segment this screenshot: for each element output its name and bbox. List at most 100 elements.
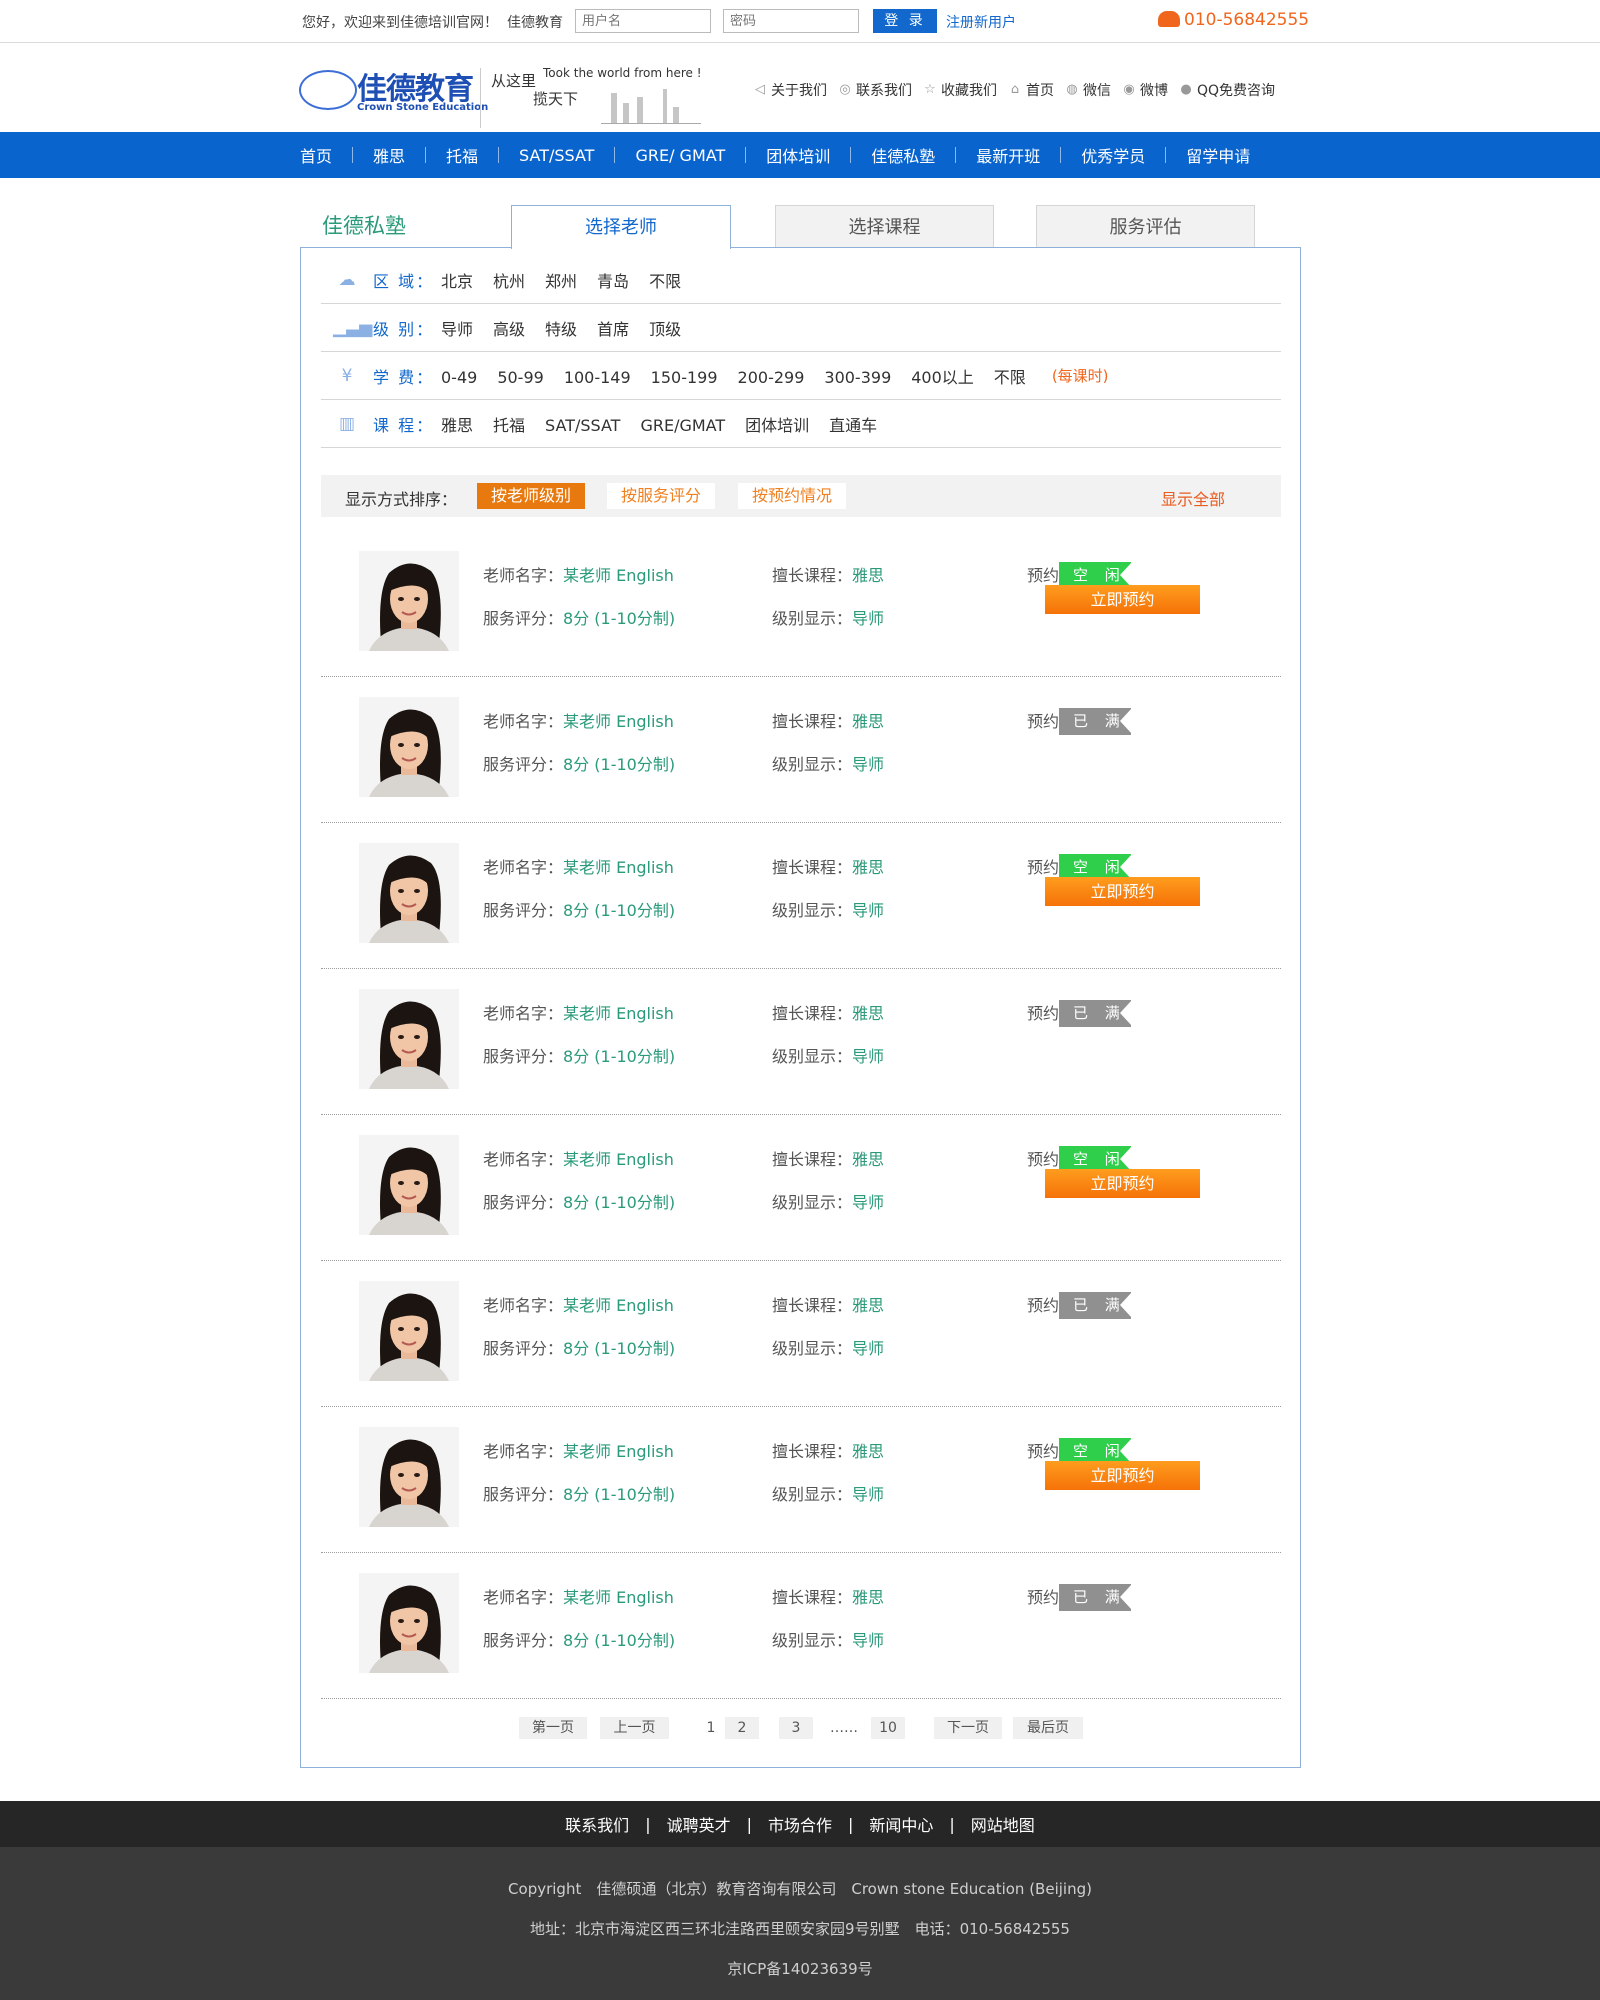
filter-option[interactable]: 托福: [493, 416, 525, 435]
nav-item[interactable]: 首页: [300, 143, 332, 167]
nav-item[interactable]: GRE/ GMAT: [594, 146, 725, 165]
nav-item-label[interactable]: 最新开班: [976, 143, 1040, 167]
last-page-button[interactable]: 最后页: [1013, 1717, 1083, 1739]
nav-item-label[interactable]: 雅思: [373, 143, 405, 167]
footer-link[interactable]: 联系我们: [565, 1812, 629, 1836]
nav-item-label[interactable]: 佳德私塾: [871, 143, 935, 167]
teacher-avatar[interactable]: [359, 697, 459, 797]
footer-link[interactable]: 市场合作: [768, 1812, 832, 1836]
name-value[interactable]: 某老师 English: [563, 1442, 674, 1461]
weibo-link[interactable]: ◉ 微博: [1121, 80, 1168, 100]
filter-option[interactable]: 不限: [649, 272, 681, 291]
nav-item[interactable]: 佳德私塾: [830, 143, 935, 167]
teacher-avatar[interactable]: [359, 551, 459, 651]
register-link[interactable]: 注册新用户: [946, 12, 1016, 32]
teacher-avatar[interactable]: [359, 843, 459, 943]
filter-option[interactable]: 高级: [493, 320, 525, 339]
filter-option[interactable]: 北京: [441, 272, 473, 291]
filter-option[interactable]: 郑州: [545, 272, 577, 291]
password-input[interactable]: [723, 9, 859, 33]
nav-item-label[interactable]: 优秀学员: [1081, 143, 1145, 167]
teacher-rating: 服务评分：8分 (1-10分制): [483, 1043, 675, 1067]
filter-option[interactable]: 100-149: [564, 368, 631, 387]
nav-item[interactable]: 优秀学员: [1040, 143, 1145, 167]
filter-option[interactable]: 杭州: [493, 272, 525, 291]
tab-select-teacher[interactable]: 选择老师: [511, 205, 731, 249]
filter-option[interactable]: 200-299: [738, 368, 805, 387]
filter-option[interactable]: 雅思: [441, 416, 473, 435]
book-now-button[interactable]: 立即预约: [1045, 877, 1200, 906]
nav-item-label[interactable]: SAT/SSAT: [519, 146, 594, 165]
nav-item[interactable]: 托福: [405, 143, 478, 167]
name-value[interactable]: 某老师 English: [563, 1588, 674, 1607]
name-value[interactable]: 某老师 English: [563, 1004, 674, 1023]
tab-service-evaluation[interactable]: 服务评估: [1036, 205, 1255, 248]
filter-option[interactable]: 50-99: [497, 368, 544, 387]
name-value[interactable]: 某老师 English: [563, 712, 674, 731]
login-button[interactable]: 登 录: [873, 9, 937, 33]
filter-option[interactable]: 团体培训: [745, 416, 809, 435]
filter-option[interactable]: 顶级: [649, 320, 681, 339]
nav-item[interactable]: 雅思: [332, 143, 405, 167]
filter-option[interactable]: 400以上: [911, 368, 974, 387]
nav-item[interactable]: 最新开班: [935, 143, 1040, 167]
nav-item-label[interactable]: 首页: [300, 143, 332, 167]
filter-option[interactable]: SAT/SSAT: [545, 416, 620, 435]
filter-option[interactable]: 150-199: [651, 368, 718, 387]
nav-item[interactable]: SAT/SSAT: [478, 146, 594, 165]
home-link[interactable]: ⌂ 首页: [1007, 80, 1054, 100]
sort-by-booking-button[interactable]: 按预约情况: [738, 483, 847, 509]
show-all-link[interactable]: 显示全部: [1161, 486, 1225, 510]
book-now-button[interactable]: 立即预约: [1045, 585, 1200, 614]
booking-status-badge: 已 满: [1059, 1292, 1132, 1319]
nav-item-label[interactable]: GRE/ GMAT: [635, 146, 725, 165]
footer-link[interactable]: 网站地图: [971, 1812, 1035, 1836]
qq-link[interactable]: ● QQ免费咨询: [1178, 80, 1275, 100]
footer-link[interactable]: 新闻中心: [869, 1812, 933, 1836]
filter-option[interactable]: 导师: [441, 320, 473, 339]
book-now-button[interactable]: 立即预约: [1045, 1461, 1200, 1490]
filter-option[interactable]: 不限: [994, 368, 1026, 387]
filter-option[interactable]: 300-399: [824, 368, 891, 387]
bookmark-link[interactable]: ☆ 收藏我们: [922, 80, 997, 100]
wechat-link[interactable]: ◍ 微信: [1064, 80, 1111, 100]
nav-item[interactable]: 团体培训: [725, 143, 830, 167]
teacher-avatar[interactable]: [359, 1135, 459, 1235]
paper-plane-icon: ◁: [755, 82, 765, 97]
filter-option[interactable]: 特级: [545, 320, 577, 339]
nav-item-label[interactable]: 留学申请: [1186, 143, 1250, 167]
nav-item-label[interactable]: 托福: [446, 143, 478, 167]
filter-option[interactable]: GRE/GMAT: [640, 416, 725, 435]
home-label: 首页: [1026, 83, 1054, 99]
teacher-avatar[interactable]: [359, 1281, 459, 1381]
footer-link[interactable]: 诚聘英才: [667, 1812, 731, 1836]
name-value[interactable]: 某老师 English: [563, 1296, 674, 1315]
name-value[interactable]: 某老师 English: [563, 1150, 674, 1169]
first-page-button[interactable]: 第一页: [519, 1717, 587, 1739]
sort-by-rating-button[interactable]: 按服务评分: [607, 483, 716, 509]
prev-page-button[interactable]: 上一页: [600, 1717, 669, 1739]
next-page-button[interactable]: 下一页: [934, 1717, 1002, 1739]
teacher-row: 老师名字：某老师 English擅长课程：雅思预约情况：已 满服务评分：8分 (…: [321, 969, 1281, 1115]
filter-option[interactable]: 0-49: [441, 368, 477, 387]
book-now-button[interactable]: 立即预约: [1045, 1169, 1200, 1198]
page-2-button[interactable]: 2: [725, 1717, 759, 1739]
contact-link[interactable]: ◎ 联系我们: [837, 80, 912, 100]
name-value[interactable]: 某老师 English: [563, 566, 674, 585]
teacher-avatar[interactable]: [359, 1427, 459, 1527]
tab-select-course[interactable]: 选择课程: [775, 205, 994, 248]
username-input[interactable]: [575, 9, 711, 33]
page-3-button[interactable]: 3: [779, 1717, 813, 1739]
subject-label: 擅长课程：: [772, 1442, 853, 1461]
filter-option[interactable]: 直通车: [829, 416, 877, 435]
page-10-button[interactable]: 10: [871, 1717, 905, 1739]
filter-option[interactable]: 首席: [597, 320, 629, 339]
sort-by-level-button[interactable]: 按老师级别: [477, 483, 586, 509]
about-link[interactable]: ◁ 关于我们: [752, 80, 827, 100]
nav-item[interactable]: 留学申请: [1145, 143, 1250, 167]
teacher-avatar[interactable]: [359, 1573, 459, 1673]
name-value[interactable]: 某老师 English: [563, 858, 674, 877]
filter-option[interactable]: 青岛: [597, 272, 629, 291]
teacher-avatar[interactable]: [359, 989, 459, 1089]
nav-item-label[interactable]: 团体培训: [766, 143, 830, 167]
